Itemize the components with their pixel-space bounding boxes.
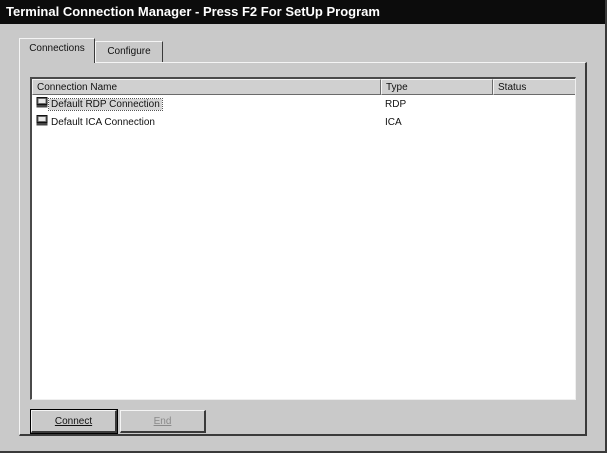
connect-button-label: Connect: [54, 416, 93, 427]
connection-name-label: Default ICA Connection: [51, 117, 155, 128]
computer-icon: [36, 115, 48, 126]
list-row-ica[interactable]: Default ICA Connection ICA: [32, 115, 575, 131]
computer-icon: [36, 97, 48, 108]
connection-list[interactable]: Connection Name Type Status Default RDP …: [30, 77, 576, 400]
connect-button[interactable]: Connect: [30, 409, 118, 434]
list-header: Connection Name Type Status: [32, 79, 575, 95]
end-button[interactable]: End: [120, 410, 206, 433]
column-header-type[interactable]: Type: [381, 79, 493, 95]
tab-configure[interactable]: Configure: [95, 41, 163, 62]
end-button-label: End: [153, 416, 172, 427]
connection-type-cell: ICA: [385, 117, 402, 128]
column-header-status[interactable]: Status: [493, 79, 575, 95]
list-row-rdp[interactable]: Default RDP Connection RDP: [32, 97, 575, 113]
connection-name-cell: Default ICA Connection: [36, 115, 157, 131]
connection-name-label: Default RDP Connection: [48, 98, 163, 111]
column-header-connection-name[interactable]: Connection Name: [32, 79, 381, 95]
window-title: Terminal Connection Manager - Press F2 F…: [0, 0, 605, 24]
connection-type-cell: RDP: [385, 99, 407, 110]
tab-connections[interactable]: Connections: [19, 38, 95, 63]
connection-name-cell: Default RDP Connection: [36, 97, 163, 113]
terminal-connection-manager-window: Terminal Connection Manager - Press F2 F…: [0, 0, 607, 453]
